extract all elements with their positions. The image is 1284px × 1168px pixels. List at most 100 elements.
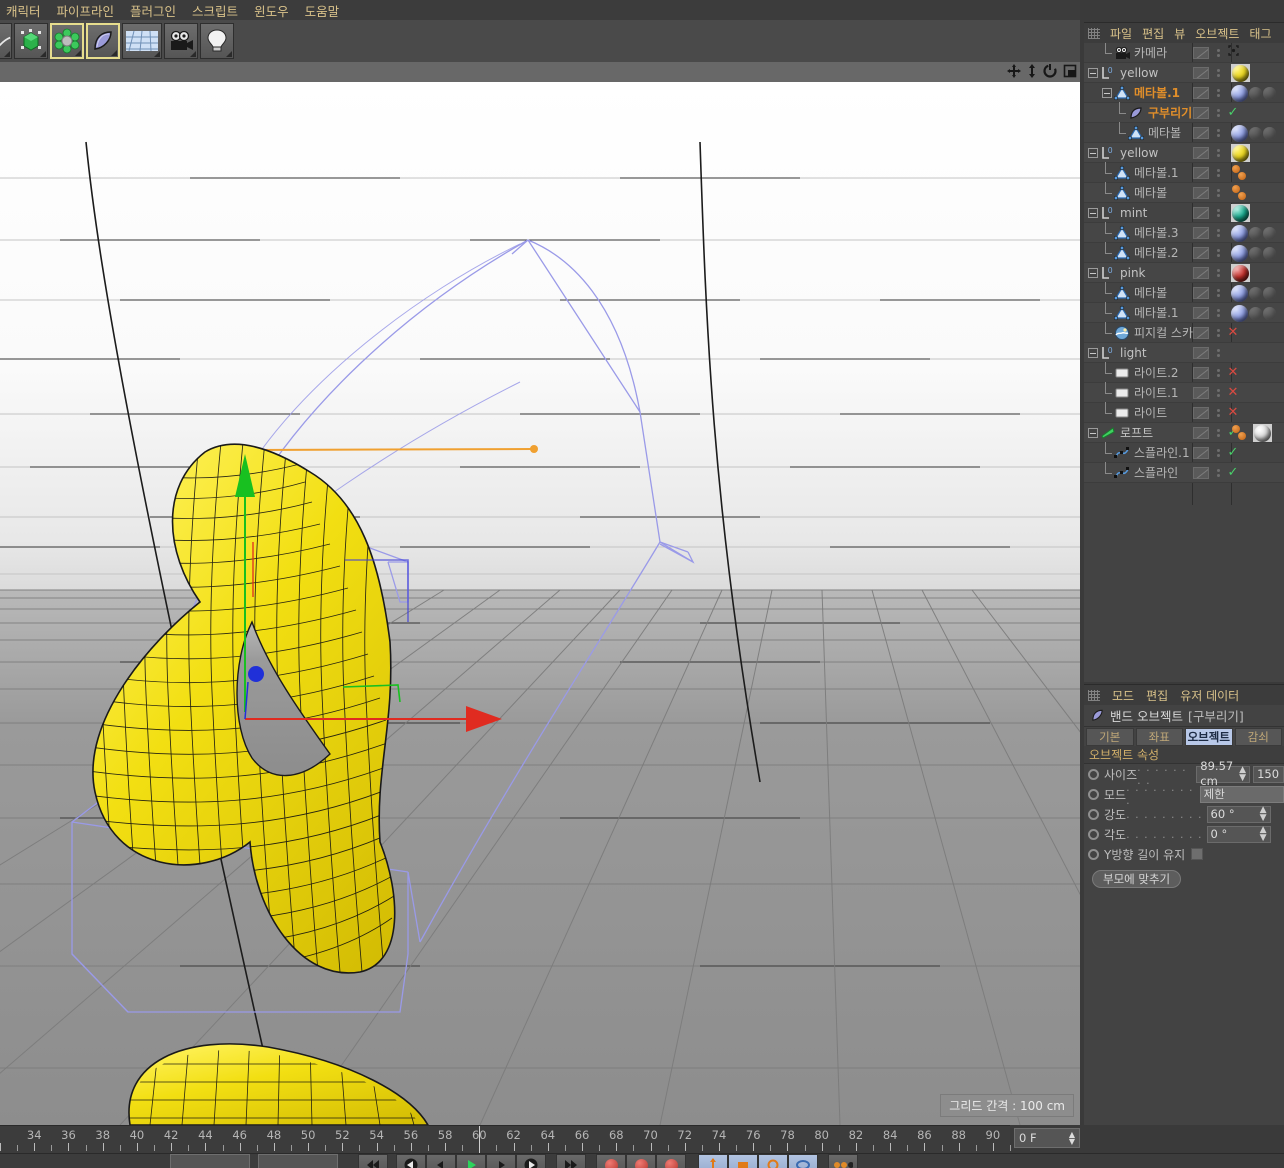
render-visibility-dots[interactable] — [1214, 289, 1223, 297]
object-row-11[interactable]: 0 pink — [1084, 263, 1284, 283]
rotation-key-button[interactable] — [758, 1154, 788, 1168]
object-row-15[interactable]: 0 light — [1084, 343, 1284, 363]
visibility-toggle[interactable] — [1193, 187, 1209, 199]
visibility-toggle[interactable] — [1193, 367, 1209, 379]
object-row-1[interactable]: 0 yellow — [1084, 63, 1284, 83]
timeline-ruler[interactable]: 3436384042444648505254565860626466687072… — [0, 1125, 1011, 1154]
visibility-toggle[interactable] — [1193, 87, 1209, 99]
keep-y-animate-radio[interactable] — [1088, 848, 1099, 860]
perspective-viewport[interactable]: 그리드 간격 : 100 cm — [0, 62, 1080, 1125]
object-row-18[interactable]: 라이트 ✕ — [1084, 401, 1284, 423]
object-row-7[interactable]: 메타볼 — [1084, 181, 1284, 203]
visibility-toggle[interactable] — [1193, 427, 1209, 439]
render-visibility-dots[interactable] — [1214, 349, 1223, 357]
size-input-2[interactable]: 150 — [1253, 765, 1284, 783]
tab-falloff[interactable]: 감쇠 — [1234, 728, 1282, 746]
expander-toggle[interactable] — [1088, 67, 1098, 78]
material-swatch[interactable] — [1231, 144, 1250, 162]
scale-key-button[interactable] — [728, 1154, 758, 1168]
render-visibility-dots[interactable] — [1214, 189, 1223, 197]
rotate-icon[interactable] — [1043, 64, 1057, 78]
position-key-button[interactable] — [698, 1154, 728, 1168]
floor-environment-tool-button[interactable] — [122, 23, 162, 59]
spline-pen-tool-button[interactable] — [0, 23, 12, 59]
om-menu-view[interactable]: 뷰 — [1174, 25, 1185, 42]
play-forward-button[interactable] — [486, 1154, 516, 1168]
menu-item-help[interactable]: 도움말 — [305, 1, 340, 20]
panel-grip-icon[interactable] — [1088, 689, 1100, 701]
material-swatch[interactable] — [1231, 124, 1248, 142]
material-swatch[interactable] — [1231, 64, 1250, 82]
object-row-3[interactable]: 구부리기 ✓ — [1084, 101, 1284, 123]
camera-tool-button[interactable] — [164, 23, 198, 59]
size-spinner-icon[interactable]: ▲ ▼ — [1239, 766, 1246, 783]
render-visibility-dots[interactable] — [1214, 369, 1223, 377]
material-swatch[interactable] — [1231, 84, 1248, 102]
om-menu-file[interactable]: 파일 — [1110, 25, 1132, 42]
material-swatch[interactable] — [1231, 224, 1248, 242]
object-row-5[interactable]: 0 yellow — [1084, 143, 1284, 163]
am-menu-mode[interactable]: 모드 — [1112, 687, 1134, 704]
object-row-14[interactable]: 피지컬 스카이 ✕ — [1084, 321, 1284, 343]
orange-dots-swatch[interactable] — [1231, 424, 1253, 442]
play-button[interactable] — [456, 1154, 486, 1168]
current-frame-field[interactable]: 0 F ▲ ▼ — [1014, 1128, 1080, 1148]
point-level-animation-button[interactable] — [828, 1154, 858, 1168]
object-row-6[interactable]: 메타볼.1 — [1084, 161, 1284, 183]
render-visibility-dots[interactable] — [1214, 469, 1223, 477]
scale-icon[interactable] — [1027, 64, 1037, 78]
size-input[interactable]: 89.57 cm ▲ ▼ — [1196, 759, 1251, 788]
previous-frame-button[interactable] — [396, 1154, 426, 1168]
visibility-toggle[interactable] — [1193, 67, 1209, 79]
object-row-16[interactable]: 라이트.2 ✕ — [1084, 361, 1284, 383]
end-frame-field[interactable] — [258, 1154, 338, 1168]
material-swatch[interactable] — [1231, 264, 1250, 282]
maximize-icon[interactable] — [1063, 64, 1077, 78]
render-visibility-dots[interactable] — [1214, 409, 1223, 417]
parameter-key-button[interactable] — [788, 1154, 818, 1168]
material-swatch[interactable] — [1231, 284, 1248, 302]
object-row-13[interactable]: 메타볼.1 — [1084, 301, 1284, 323]
visibility-toggle[interactable] — [1193, 307, 1209, 319]
orange-dots-swatch[interactable] — [1231, 184, 1253, 202]
visibility-toggle[interactable] — [1193, 247, 1209, 259]
expander-toggle[interactable] — [1102, 87, 1112, 98]
size-animate-radio[interactable] — [1088, 768, 1099, 780]
object-row-8[interactable]: 0 mint — [1084, 203, 1284, 223]
panel-grip-icon[interactable] — [1088, 27, 1100, 39]
am-menu-edit[interactable]: 편집 — [1146, 687, 1168, 704]
material-swatch[interactable] — [1231, 304, 1248, 322]
fit-to-parent-button[interactable]: 부모에 맞추기 — [1092, 870, 1182, 888]
timeline-playhead[interactable] — [479, 1126, 481, 1154]
object-row-12[interactable]: 메타볼 — [1084, 281, 1284, 303]
visibility-toggle[interactable] — [1193, 327, 1209, 339]
am-menu-userdata[interactable]: 유저 데이터 — [1180, 687, 1239, 704]
render-visibility-dots[interactable] — [1214, 169, 1223, 177]
visibility-toggle[interactable] — [1193, 227, 1209, 239]
om-menu-tag[interactable]: 태그 — [1249, 25, 1271, 42]
menu-item-plugin[interactable]: 플러그인 — [130, 1, 176, 20]
render-visibility-dots[interactable] — [1214, 129, 1223, 137]
render-visibility-dots[interactable] — [1214, 229, 1223, 237]
visibility-toggle[interactable] — [1193, 387, 1209, 399]
tab-object[interactable]: 오브젝트 — [1185, 728, 1233, 746]
render-visibility-dots[interactable] — [1214, 269, 1223, 277]
visibility-toggle[interactable] — [1193, 207, 1209, 219]
material-swatch[interactable] — [1231, 244, 1248, 262]
angle-input[interactable]: 0 ° ▲ ▼ — [1206, 825, 1271, 843]
render-visibility-dots[interactable] — [1214, 149, 1223, 157]
mode-dropdown[interactable]: 제한 — [1199, 785, 1284, 803]
render-visibility-dots[interactable] — [1214, 209, 1223, 217]
object-row-4[interactable]: 메타볼 — [1084, 121, 1284, 143]
om-menu-object[interactable]: 오브젝트 — [1195, 25, 1239, 42]
visibility-toggle[interactable] — [1193, 267, 1209, 279]
light-tool-button[interactable] — [200, 23, 234, 59]
object-row-17[interactable]: 라이트.1 ✕ — [1084, 381, 1284, 403]
strength-animate-radio[interactable] — [1088, 808, 1099, 820]
render-visibility-dots[interactable] — [1214, 429, 1223, 437]
tab-basic[interactable]: 기본 — [1086, 728, 1134, 746]
material-swatch[interactable] — [1253, 424, 1272, 442]
visibility-toggle[interactable] — [1193, 287, 1209, 299]
menu-item-window[interactable]: 윈도우 — [254, 1, 289, 20]
visibility-toggle[interactable] — [1193, 47, 1209, 59]
